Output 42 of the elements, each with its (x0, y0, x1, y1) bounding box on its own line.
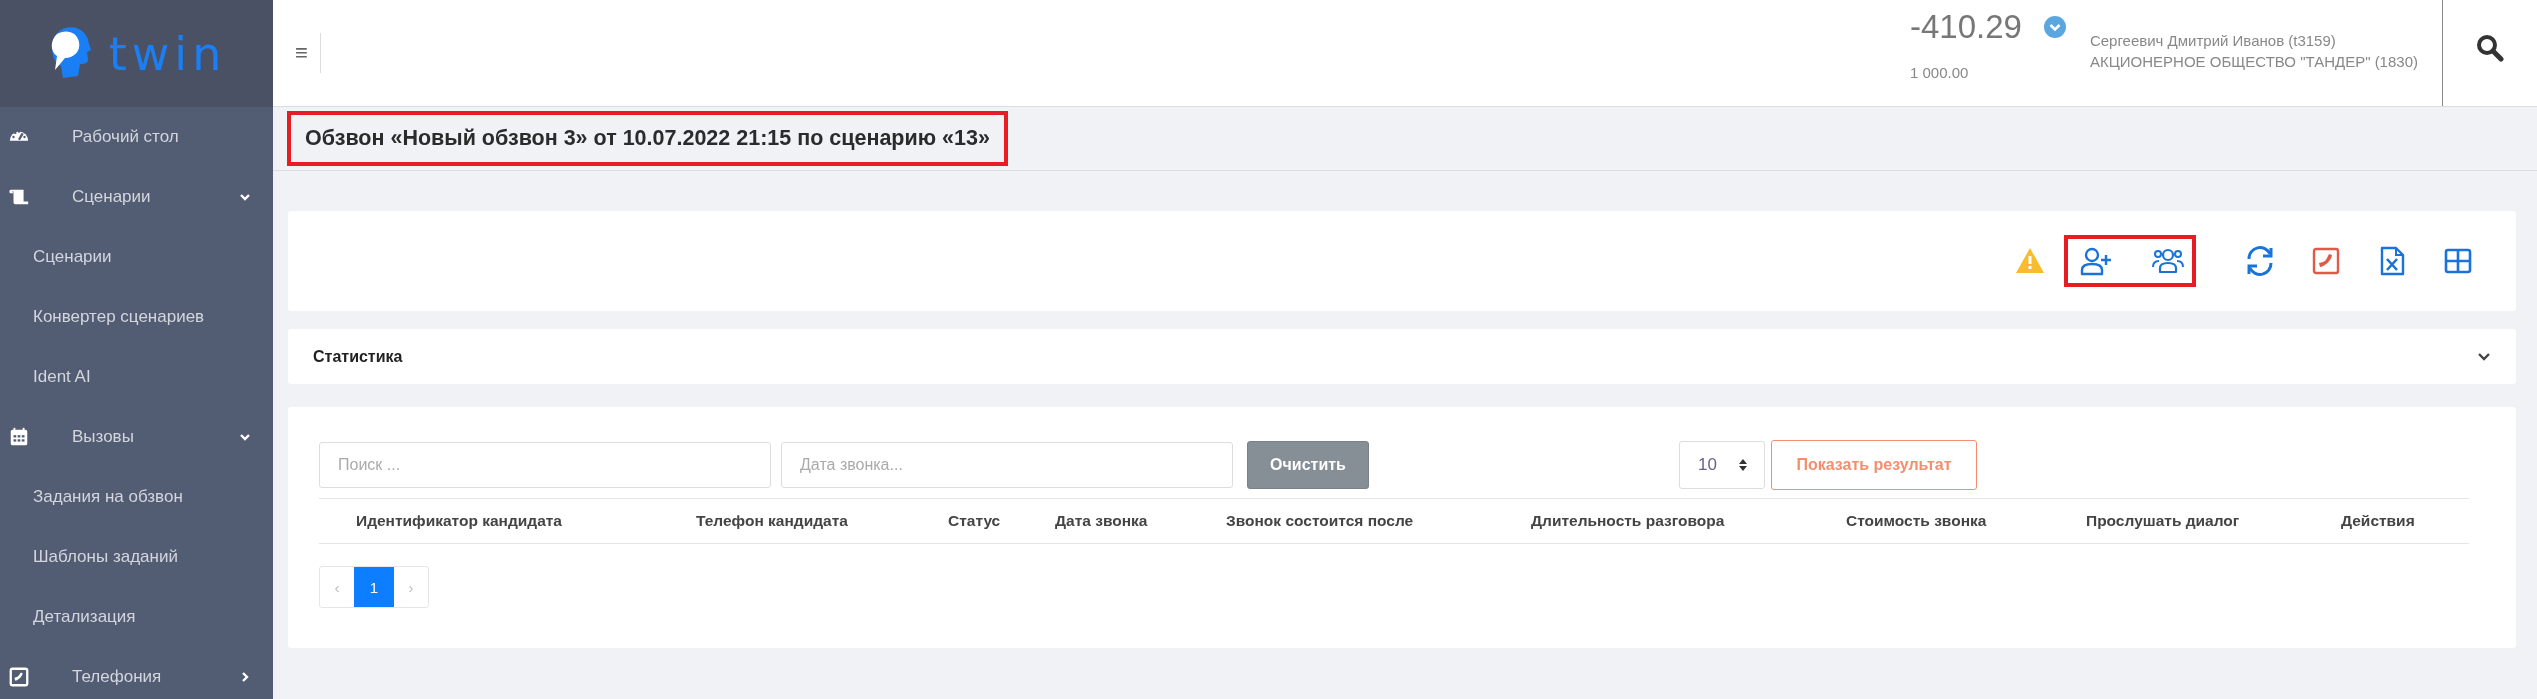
logo-text: twin (108, 30, 227, 77)
add-user-icon[interactable] (2080, 245, 2112, 277)
column-header[interactable]: Идентификатор кандидата (319, 499, 696, 544)
menu-button[interactable]: ≡ (273, 33, 321, 73)
column-header[interactable]: Длительность разговора (1531, 499, 1846, 544)
submenu-item[interactable]: Задания на обзвон (0, 467, 273, 527)
show-results-button[interactable]: Показать результат (1771, 440, 1977, 490)
search-icon[interactable] (2476, 34, 2504, 62)
page-title: Обзвон «Новый обзвон 3» от 10.07.2022 21:15 по сценарию «13» (287, 111, 1008, 166)
sort-arrows-icon (1738, 458, 1748, 472)
column-header[interactable]: Прослушать диалог (2086, 499, 2341, 544)
credit-amount: 1 000.00 (1910, 64, 1970, 81)
statistics-panel[interactable]: Статистика (288, 329, 2516, 384)
company-name: АКЦИОНЕРНОЕ ОБЩЕСТВО "ТАНДЕР" (1830) (2089, 52, 2418, 72)
submenu-item[interactable]: Конвертер сценариев (0, 287, 273, 347)
column-header[interactable]: Статус (948, 499, 1055, 544)
column-header[interactable]: Действия (2341, 499, 2469, 544)
menu-item[interactable]: Телефония (0, 647, 273, 699)
submenu-item[interactable]: Шаблоны заданий (0, 527, 273, 587)
menu-item[interactable]: Сценарии (0, 167, 273, 227)
submenu-item[interactable]: Ident AI (0, 347, 273, 407)
submenu-item[interactable]: Сценарии (0, 227, 273, 287)
column-header[interactable]: Звонок состоится после (1226, 499, 1531, 544)
date-field[interactable]: Дата звонка... (781, 442, 1233, 488)
balance-amount: -410.29 (1910, 8, 2022, 46)
chevron-down-circle-icon[interactable] (2043, 16, 2066, 38)
page-size-select[interactable]: 10 (1679, 441, 1765, 489)
column-header[interactable]: Стоимость звонка (1846, 499, 2086, 544)
calendar-icon (8, 426, 30, 448)
user-name: Сергеевич Дмитрий Иванов (t3159) (2089, 31, 2337, 51)
statistics-title: Статистика (313, 347, 403, 366)
column-header[interactable]: Дата звонка (1055, 499, 1226, 544)
clear-button[interactable]: Очистить (1247, 441, 1369, 489)
phone-square-icon[interactable] (2310, 245, 2342, 277)
submenu-item[interactable]: Детализация (0, 587, 273, 647)
column-header[interactable]: Телефон кандидата (696, 499, 948, 544)
menu-item[interactable]: Рабочий стол (0, 107, 273, 167)
page-button[interactable]: 1 (354, 567, 394, 607)
search-field[interactable]: Поиск ... (319, 442, 771, 488)
phone-square-icon (8, 666, 30, 688)
refresh-icon[interactable] (2244, 245, 2276, 277)
menu-item[interactable]: Вызовы (0, 407, 273, 467)
